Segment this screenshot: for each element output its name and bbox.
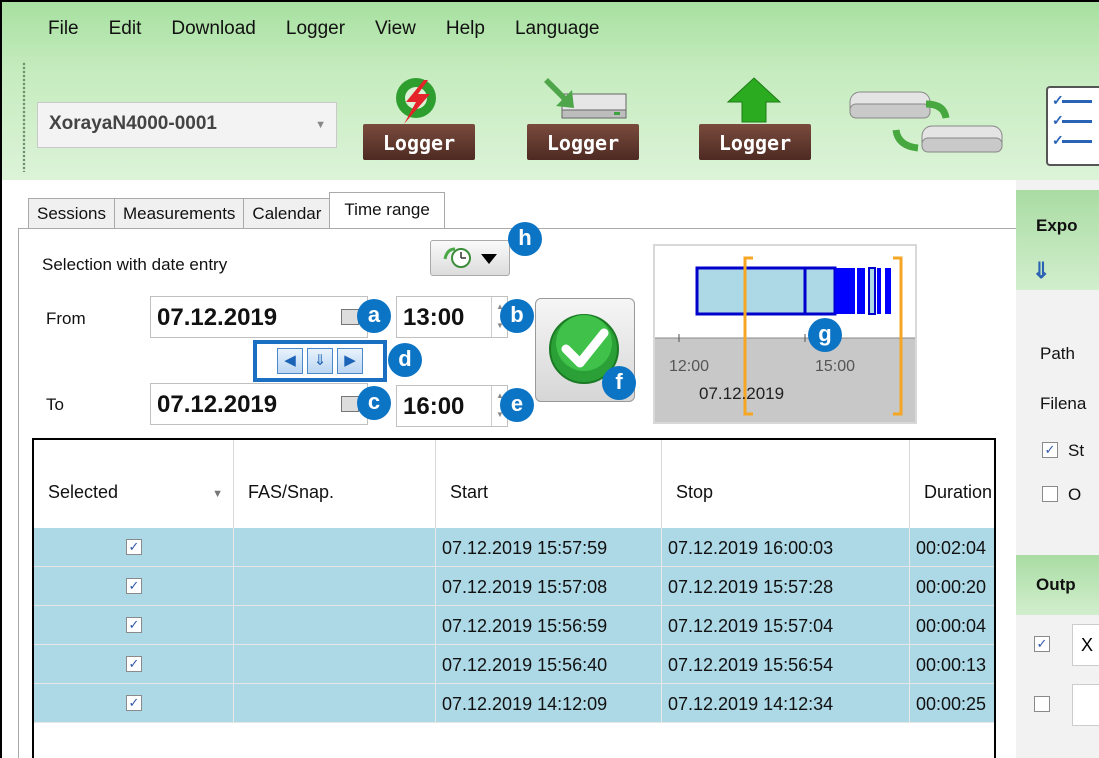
screenshot-frame — [0, 0, 1099, 758]
